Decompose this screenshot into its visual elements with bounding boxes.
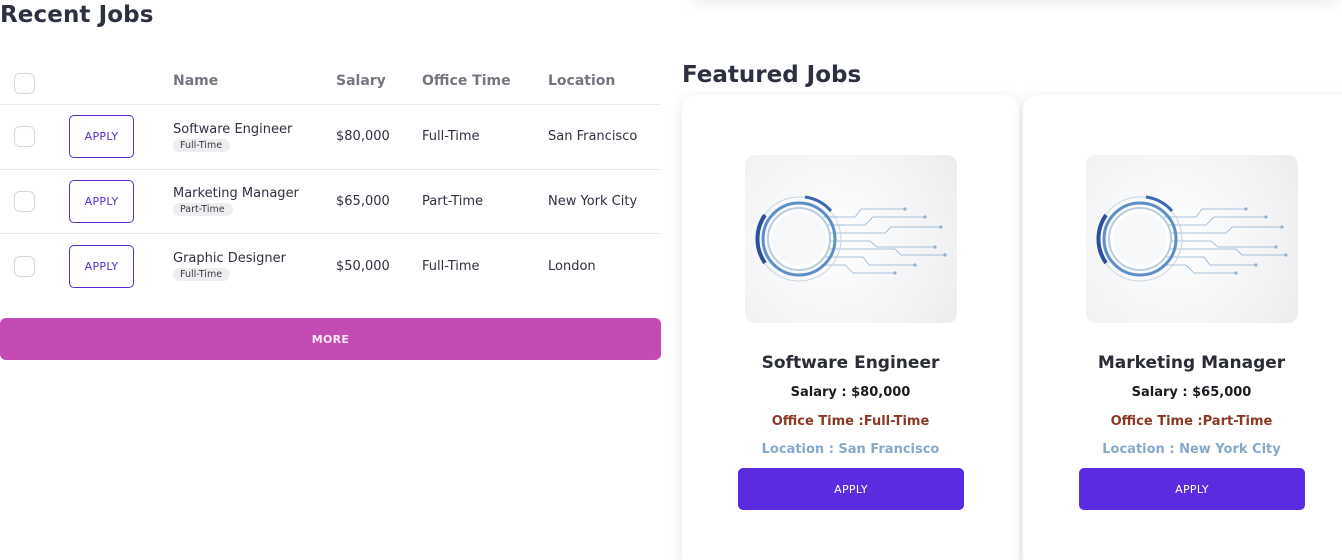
job-office-time: Full-Time <box>422 129 480 145</box>
select-all-checkbox[interactable] <box>14 72 35 94</box>
circuit-ring-image <box>745 155 957 323</box>
featured-job-card: Marketing Manager Salary : $65,000 Offic… <box>1023 95 1342 560</box>
row-checkbox[interactable] <box>14 190 35 212</box>
column-header-salary[interactable]: Salary <box>336 58 386 104</box>
job-location: London <box>548 258 596 274</box>
featured-job-location: Location : San Francisco <box>761 442 940 457</box>
featured-job-card: Software Engineer Salary : $80,000 Offic… <box>682 95 1019 560</box>
featured-job-office-time: Office Time :Full-Time <box>771 414 930 429</box>
job-name: Marketing Manager <box>173 186 299 202</box>
featured-job-salary: Salary : $80,000 <box>790 385 911 400</box>
table-row: APPLY Marketing Manager Part-Time $65,00… <box>0 170 661 234</box>
recent-jobs-title: Recent Jobs <box>0 2 154 28</box>
job-office-time: Full-Time <box>422 258 480 274</box>
table-header: Name Salary Office Time Location <box>0 58 661 105</box>
job-location: New York City <box>548 193 638 209</box>
recent-jobs-table: Name Salary Office Time Location APPLY S… <box>0 58 661 299</box>
job-location: San Francisco <box>548 129 638 145</box>
featured-jobs-title: Featured Jobs <box>682 62 862 88</box>
featured-job-office-time: Office Time :Part-Time <box>1110 414 1273 429</box>
job-salary: $80,000 <box>336 129 390 145</box>
job-salary: $50,000 <box>336 258 390 274</box>
row-checkbox[interactable] <box>14 126 35 148</box>
table-row: APPLY Software Engineer Full-Time $80,00… <box>0 105 661 170</box>
job-salary: $65,000 <box>336 193 390 209</box>
featured-job-location: Location : New York City <box>1102 442 1281 457</box>
circuit-ring-image <box>1086 155 1298 323</box>
column-header-name[interactable]: Name <box>173 58 218 104</box>
job-office-time: Part-Time <box>422 193 483 209</box>
row-checkbox[interactable] <box>14 255 35 277</box>
column-header-location[interactable]: Location <box>548 58 615 104</box>
featured-job-salary: Salary : $65,000 <box>1131 385 1252 400</box>
apply-button[interactable]: APPLY <box>69 179 134 223</box>
featured-apply-button[interactable]: APPLY <box>738 468 964 510</box>
featured-job-title: Marketing Manager <box>1097 353 1286 373</box>
job-type-badge: Part-Time <box>173 203 233 217</box>
column-header-office-time[interactable]: Office Time <box>422 58 511 104</box>
more-button[interactable]: MORE <box>0 318 661 360</box>
job-name: Graphic Designer <box>173 251 286 267</box>
apply-button[interactable]: APPLY <box>69 244 134 288</box>
featured-job-title: Software Engineer <box>761 353 940 373</box>
featured-apply-button[interactable]: APPLY <box>1079 468 1305 510</box>
apply-button[interactable]: APPLY <box>69 115 134 159</box>
job-type-badge: Full-Time <box>173 138 231 152</box>
job-name: Software Engineer <box>173 121 293 137</box>
job-type-badge: Full-Time <box>173 268 231 282</box>
table-row: APPLY Graphic Designer Full-Time $50,000… <box>0 234 661 299</box>
